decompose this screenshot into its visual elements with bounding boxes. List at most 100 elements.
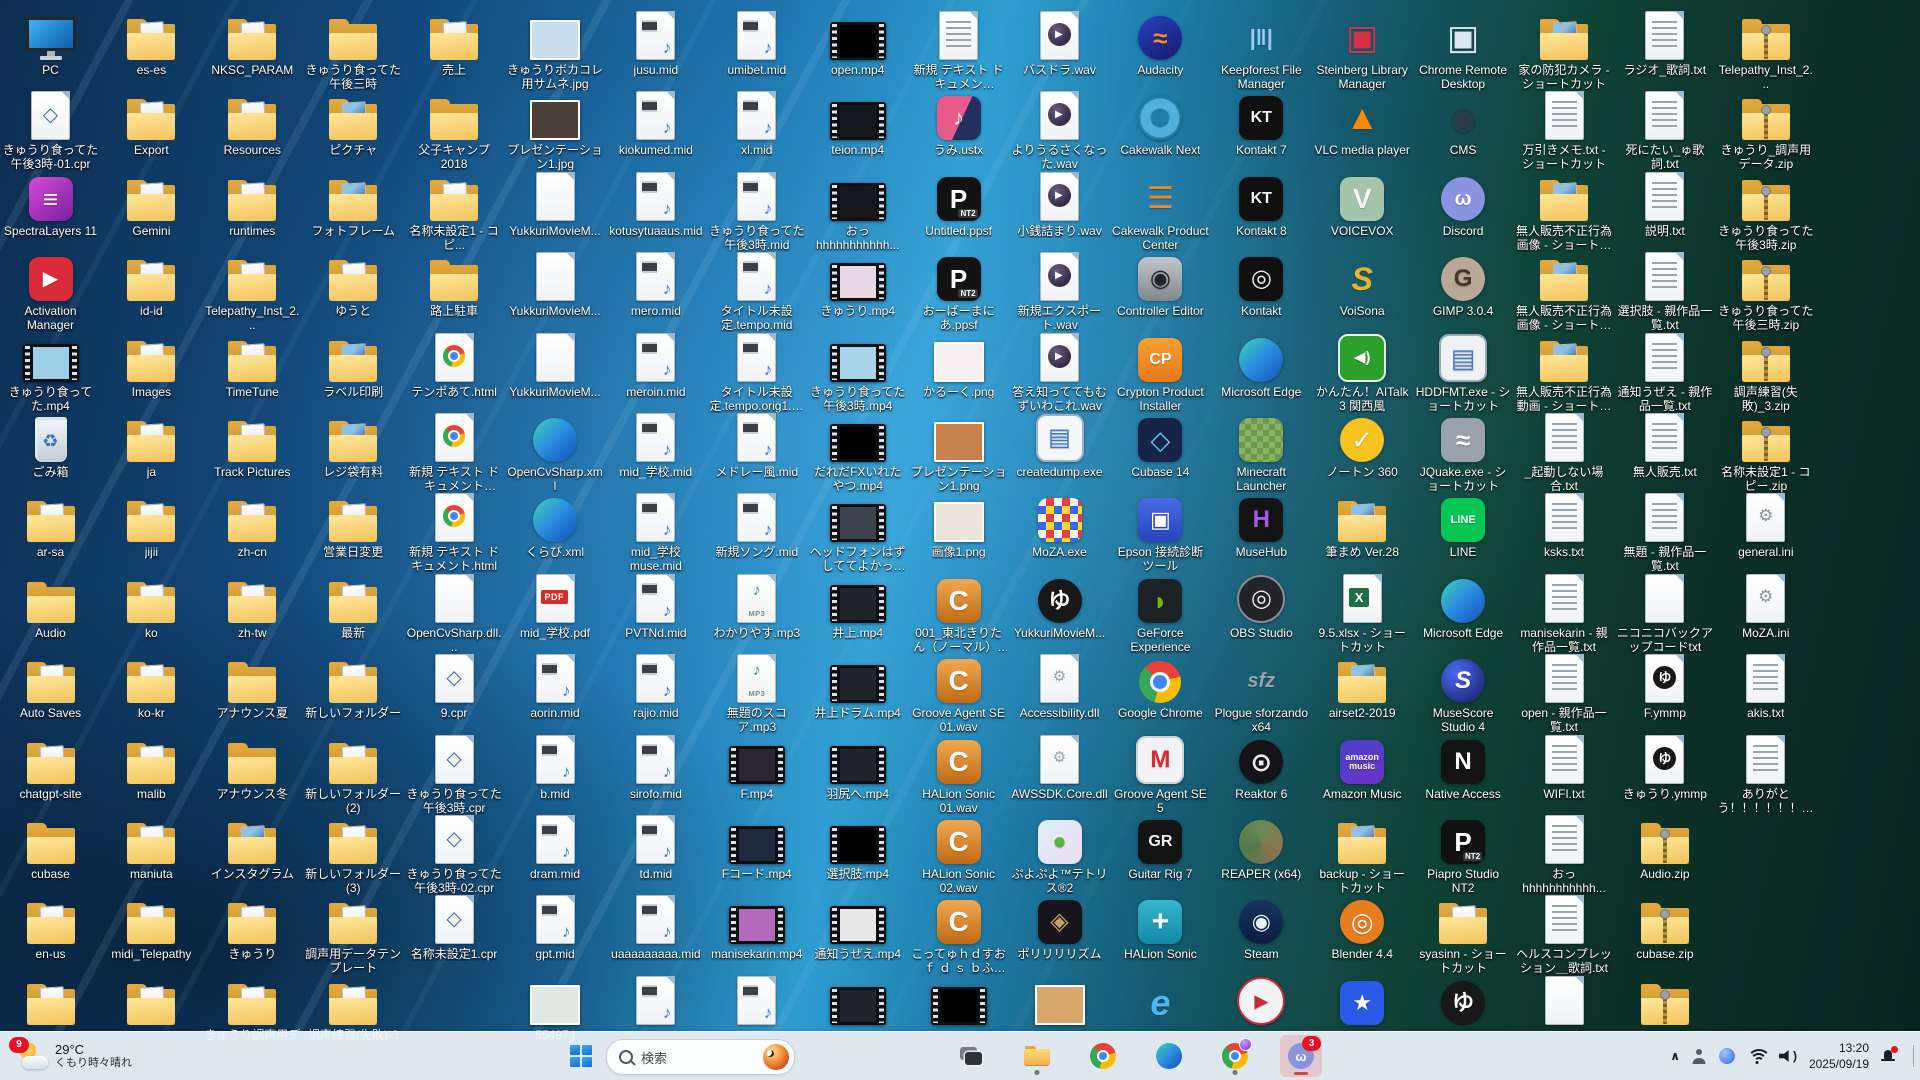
- desktop-icon[interactable]: ♪sirofo.mid: [607, 732, 704, 801]
- notification-bell-icon[interactable]: [1881, 1049, 1895, 1063]
- desktop-icon[interactable]: きゅうり食ってた午後三時.zip: [1717, 249, 1814, 332]
- desktop-icon[interactable]: Audio: [2, 571, 99, 640]
- desktop-icon[interactable]: cubase: [2, 812, 99, 881]
- desktop-icon[interactable]: ▶Activation Manager: [2, 249, 99, 332]
- desktop-icon[interactable]: GRGuitar Rig 7: [1112, 812, 1209, 881]
- desktop-icon[interactable]: [1011, 973, 1108, 1028]
- desktop-icon[interactable]: [2, 973, 99, 1028]
- desktop-icon[interactable]: chatgpt-site: [2, 732, 99, 801]
- desktop-icon[interactable]: X9.5.xlsx - ショートカット: [1314, 571, 1411, 654]
- desktop-icon[interactable]: ◉CMS: [1415, 88, 1512, 157]
- desktop-icon[interactable]: Google Chrome: [1112, 651, 1209, 720]
- desktop-icon[interactable]: |‖|Keepforest File Manager: [1213, 8, 1310, 91]
- desktop-icon[interactable]: 新規 テキスト ドキュメント (2).html: [406, 410, 503, 493]
- desktop-icon[interactable]: 調声用データテンプレート: [305, 892, 402, 975]
- desktop-icon[interactable]: ◇Cubase 14: [1112, 410, 1209, 479]
- desktop-icon[interactable]: GGIMP 3.0.4: [1415, 249, 1512, 318]
- desktop-icon[interactable]: OpenCvSharp.xml: [507, 410, 604, 493]
- desktop-icon[interactable]: zh-cn: [204, 490, 301, 559]
- desktop-icon[interactable]: ヘッドフォンはずしててよかっt.mp4: [809, 490, 906, 573]
- desktop-icon[interactable]: ksks.txt: [1516, 490, 1613, 559]
- desktop-icon[interactable]: 名称未設定1 - コピ...: [406, 169, 503, 252]
- hidden-icons-chevron-icon[interactable]: ∧: [1670, 1049, 1680, 1063]
- desktop-icon[interactable]: 新規 テキスト ドキュメント.musicxml: [910, 8, 1007, 91]
- desktop-icon[interactable]: ◎OBS Studio: [1213, 571, 1310, 640]
- desktop-icon[interactable]: amazon musicAmazon Music: [1314, 732, 1411, 801]
- desktop-icon[interactable]: ◇きゅうり食ってた午後3時-01.cpr: [2, 88, 99, 171]
- desktop-icon[interactable]: 無人販売不正行為動画 - ショートカット: [1516, 330, 1613, 413]
- desktop-icon[interactable]: 井上ドラム.mp4: [809, 651, 906, 720]
- desktop-icon[interactable]: 選択肢 - 親作品一覧.txt: [1616, 249, 1713, 332]
- desktop-icon[interactable]: zh-tw: [204, 571, 301, 640]
- desktop-icon[interactable]: ⚙general.ini: [1717, 490, 1814, 559]
- desktop-icon[interactable]: 新しいフォルダー: [305, 651, 402, 720]
- show-desktop-strip[interactable]: [1913, 1045, 1914, 1067]
- desktop-icon[interactable]: ⚙Accessibility.dll: [1011, 651, 1108, 720]
- desktop-icon[interactable]: jijii: [103, 490, 200, 559]
- desktop-icon[interactable]: おっhhhhhhhhhhh...: [1516, 812, 1613, 895]
- desktop-icon[interactable]: ◀)かんたん！AITalk 3 関西風: [1314, 330, 1411, 413]
- discord-button[interactable]: ω 3: [1280, 1035, 1322, 1077]
- desktop-icon[interactable]: open.mp4: [809, 8, 906, 77]
- desktop-icon[interactable]: NKSC_PARAM: [204, 8, 301, 77]
- desktop-icon[interactable]: ♪uaaaaaaaaa.mid: [607, 892, 704, 961]
- desktop-icon[interactable]: ⊙Reaktor 6: [1213, 732, 1310, 801]
- desktop-icon[interactable]: ありがとう！！！！！！.txt: [1717, 732, 1814, 815]
- search-box[interactable]: 検索: [606, 1039, 795, 1075]
- weather-widget[interactable]: 9 29°C くもり時々晴れ: [10, 1032, 138, 1080]
- desktop-icon[interactable]: PNT2Piapro Studio NT2: [1415, 812, 1512, 895]
- desktop-icon[interactable]: HMuseHub: [1213, 490, 1310, 559]
- desktop-icon[interactable]: ヘルスコンプレッション＿歌詞.txt: [1516, 892, 1613, 975]
- blue-orb-tray-icon[interactable]: [1719, 1048, 1735, 1064]
- desktop-icon[interactable]: _起動しない場合.txt: [1516, 410, 1613, 493]
- desktop-icon[interactable]: 最新: [305, 571, 402, 640]
- task-view-button[interactable]: [950, 1035, 992, 1077]
- desktop-icon[interactable]: ♪b.mid: [507, 732, 604, 801]
- desktop-icon[interactable]: ♪meroin.mid: [607, 330, 704, 399]
- desktop-icon[interactable]: ▶小銭詰まり.wav: [1011, 169, 1108, 238]
- desktop-icon[interactable]: ♪mid_学校.mid: [607, 410, 704, 479]
- chrome-profile-button[interactable]: [1214, 1035, 1256, 1077]
- desktop-icon[interactable]: ▶よりうるさくなった.wav: [1011, 88, 1108, 171]
- desktop-icon[interactable]: ♪rajio.mid: [607, 651, 704, 720]
- desktop-icon[interactable]: 営業日変更: [305, 490, 402, 559]
- desktop-icon[interactable]: manisekarin - 親作品一覧.txt: [1516, 571, 1613, 654]
- desktop-icon[interactable]: ▲VLC media player: [1314, 88, 1411, 157]
- desktop-icon[interactable]: 父子キャンプ2018: [406, 88, 503, 171]
- desktop-icon[interactable]: ⚙AWSSDK.Core.dll: [1011, 732, 1108, 801]
- desktop-icon[interactable]: PDFmid_学校.pdf: [507, 571, 604, 640]
- desktop-icon[interactable]: ♪タイトル未設定.tempo.orig1.mid: [708, 330, 805, 413]
- edge-button[interactable]: [1148, 1035, 1190, 1077]
- desktop-icon[interactable]: Telepathy_Inst_2...: [1717, 8, 1814, 91]
- desktop-icon[interactable]: ゆYukkuriMovieM...: [1011, 571, 1108, 640]
- desktop-icon[interactable]: PNT2おーばーまにあ.ppsf: [910, 249, 1007, 332]
- desktop-icon[interactable]: Export: [103, 88, 200, 157]
- desktop-icon[interactable]: maniuta: [103, 812, 200, 881]
- desktop-icon[interactable]: ▶答え知っててもむずいわこれ.wav: [1011, 330, 1108, 413]
- desktop-icon[interactable]: 通知うぜえ.mp4: [809, 892, 906, 961]
- desktop-icon[interactable]: ▣Epson 接続診断ツール: [1112, 490, 1209, 573]
- desktop-icon[interactable]: ●ぷよぷよ™テトリス®2: [1011, 812, 1108, 895]
- desktop-icon[interactable]: [1516, 973, 1613, 1028]
- desktop-icon[interactable]: きゅうりボカコレ用サムネ.jpg: [507, 8, 604, 91]
- desktop-icon[interactable]: KTKontakt 8: [1213, 169, 1310, 238]
- desktop-icon[interactable]: ωDiscord: [1415, 169, 1512, 238]
- desktop-icon[interactable]: akis.txt: [1717, 651, 1814, 720]
- desktop-icon[interactable]: OpenCvSharp.dll...: [406, 571, 503, 654]
- desktop-icon[interactable]: PC: [2, 8, 99, 77]
- desktop-icon[interactable]: Audio.zip: [1616, 812, 1713, 881]
- desktop-icon[interactable]: teion.mp4: [809, 88, 906, 157]
- desktop-icon[interactable]: SVoiSona: [1314, 249, 1411, 318]
- desktop-icon[interactable]: ≈Audacity: [1112, 8, 1209, 77]
- wifi-icon[interactable]: [1747, 1049, 1767, 1064]
- desktop-icon[interactable]: en-us: [2, 892, 99, 961]
- desktop-icon[interactable]: Cakewalk Next: [1112, 88, 1209, 157]
- desktop-icon[interactable]: ◇きゅうり食ってた午後3時-02.cpr: [406, 812, 503, 895]
- desktop-icon[interactable]: くらび.xml: [507, 490, 604, 559]
- desktop-icon[interactable]: ♪PVTNd.mid: [607, 571, 704, 640]
- desktop-icon[interactable]: airset2-2019: [1314, 651, 1411, 720]
- desktop-icon[interactable]: ♪: [607, 973, 704, 1028]
- desktop-icon[interactable]: 無人販売.txt: [1616, 410, 1713, 479]
- desktop-icon[interactable]: 死にたい_ゅ歌詞.txt: [1616, 88, 1713, 171]
- desktop-icon[interactable]: きゅうり食ってた午後3時.zip: [1717, 169, 1814, 252]
